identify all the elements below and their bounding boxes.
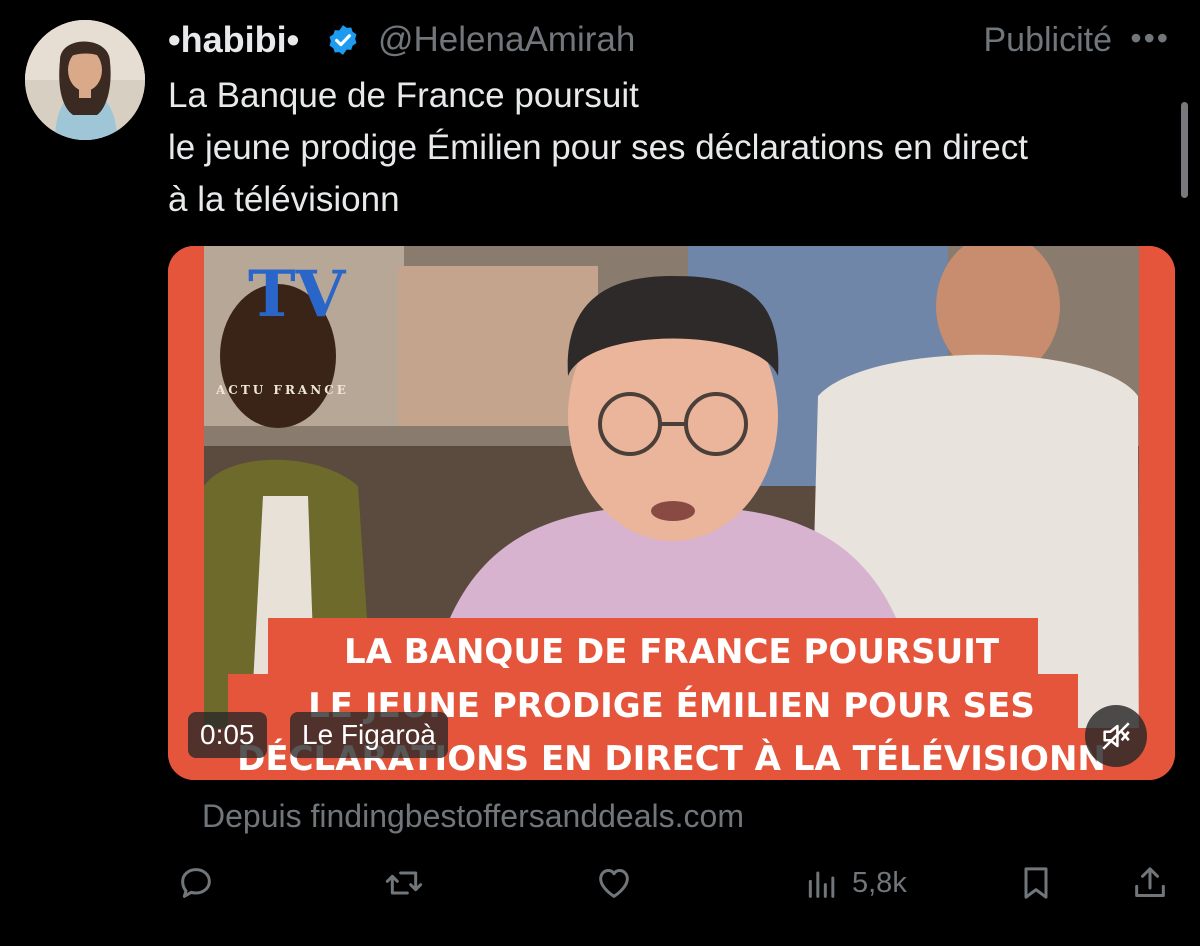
verified-badge-icon	[329, 25, 357, 55]
video-player[interactable]: TV ACTU FRANCE LA BANQUE DE FRANCE POURS…	[168, 246, 1175, 780]
watermark-text: ACTU FRANCE	[215, 383, 349, 397]
watermark-logo: TV	[248, 257, 347, 332]
tweet-text-line: le jeune prodige Émilien pour ses déclar…	[168, 128, 1028, 167]
promoted-label: Publicité	[983, 21, 1112, 59]
heart-icon	[599, 869, 629, 898]
action-bar: 5,8k	[168, 858, 1178, 908]
more-options-icon[interactable]: •••	[1130, 18, 1170, 58]
views-button[interactable]: 5,8k	[802, 858, 907, 908]
tweet-text: La Banque de France poursuit le jeune pr…	[168, 70, 1178, 226]
share-button[interactable]	[1130, 858, 1170, 908]
bookmark-icon	[1024, 867, 1048, 899]
like-button[interactable]	[594, 858, 634, 908]
video-timer: 0:05	[188, 712, 267, 758]
scrollbar[interactable]	[1181, 102, 1188, 198]
user-handle[interactable]: @HelenaAmirah	[378, 18, 635, 62]
avatar[interactable]	[25, 20, 145, 140]
bookmark-button[interactable]	[1016, 858, 1056, 908]
views-chart-icon	[808, 871, 835, 898]
ad-source-link[interactable]: Depuis findingbestoffersanddeals.com	[202, 794, 744, 838]
reply-icon	[181, 868, 211, 898]
mute-button[interactable]	[1085, 705, 1147, 767]
views-count: 5,8k	[852, 866, 907, 899]
retweet-button[interactable]	[384, 858, 424, 908]
share-icon	[1135, 867, 1165, 897]
tweet-header: •habibi• @HelenaAmirah Publicité •••	[168, 18, 1170, 62]
speaker-muted-icon	[1102, 722, 1130, 750]
retweet-icon	[385, 871, 423, 895]
video-source-label: Le Figaroà	[290, 712, 448, 758]
tweet-text-line: à la télévisionn	[168, 180, 400, 219]
display-name[interactable]: •habibi•	[168, 18, 299, 62]
video-caption-line: LA BANQUE DE FRANCE POURSUIT	[343, 632, 1000, 672]
avatar-image	[25, 20, 145, 140]
reply-button[interactable]	[176, 858, 216, 908]
tweet-text-line: La Banque de France poursuit	[168, 76, 639, 115]
